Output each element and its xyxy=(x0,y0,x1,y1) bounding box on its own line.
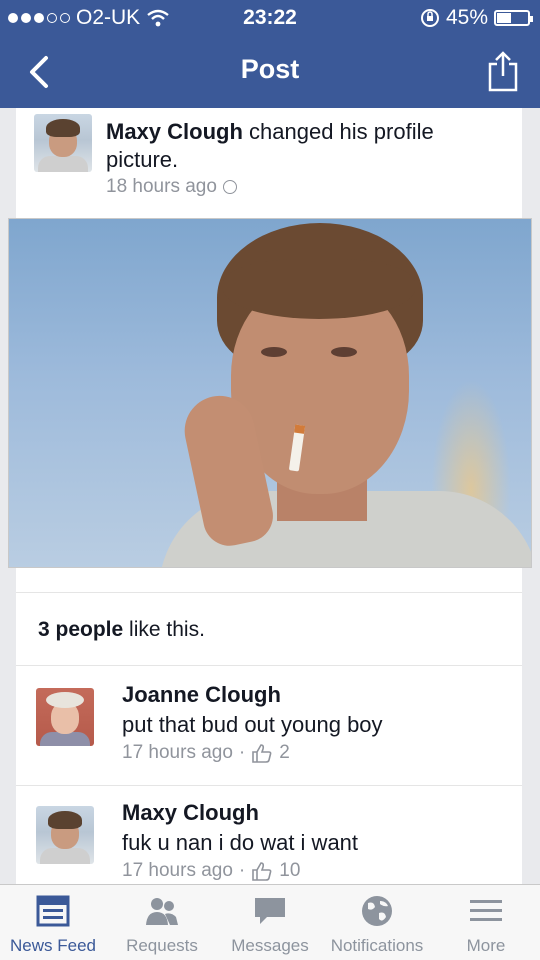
feedback-section: 3 people like this. Joanne Clough put th… xyxy=(16,568,522,884)
comment-time: 17 hours ago xyxy=(122,860,233,881)
comment: Maxy Clough fuk u nan i do wat i want 17… xyxy=(16,786,522,886)
likes-text: 3 people like this. xyxy=(38,618,205,642)
comment-time: 17 hours ago xyxy=(122,742,233,763)
commenter-name[interactable]: Maxy Clough xyxy=(122,800,259,826)
likes-summary[interactable]: 3 people like this. xyxy=(16,592,522,666)
commenter-avatar[interactable] xyxy=(36,806,94,864)
author-name[interactable]: Maxy Clough xyxy=(106,119,243,144)
likes-suffix: like this. xyxy=(129,618,205,641)
share-icon[interactable] xyxy=(486,50,520,92)
comment-like-count: 10 xyxy=(279,860,301,881)
status-bar: O2-UK 23:22 45% xyxy=(0,0,540,36)
rotation-lock-icon xyxy=(420,9,439,27)
post-timestamp: 18 hours ago xyxy=(106,176,237,198)
comment-meta: 17 hours ago · 2 xyxy=(122,742,290,763)
tab-label: Notifications xyxy=(330,936,424,955)
post-time-text: 18 hours ago xyxy=(106,176,217,197)
status-right: 45% xyxy=(420,6,533,30)
tab-messages[interactable]: Messages xyxy=(220,885,320,960)
comment: Joanne Clough put that bud out young boy… xyxy=(16,668,522,786)
comment-text: put that bud out young boy xyxy=(122,712,383,737)
tab-label: Requests xyxy=(126,936,198,955)
author-avatar[interactable] xyxy=(34,114,92,172)
commenter-name[interactable]: Joanne Clough xyxy=(122,682,281,708)
tab-requests[interactable]: Requests xyxy=(112,885,212,960)
commenter-avatar[interactable] xyxy=(36,688,94,746)
page-title: Post xyxy=(240,54,300,84)
comment-text: fuk u nan i do wat i want xyxy=(122,830,359,855)
likes-count: 3 people xyxy=(38,618,124,641)
profile-photo[interactable] xyxy=(8,218,532,568)
thumbs-up-icon[interactable] xyxy=(251,743,273,763)
comment-meta: 17 hours ago · 10 xyxy=(122,860,301,881)
tab-more[interactable]: More xyxy=(440,885,532,960)
globe-icon xyxy=(362,896,392,926)
news-feed-icon xyxy=(36,895,70,927)
messages-icon xyxy=(255,898,285,924)
navigation-bar: Post xyxy=(0,36,540,108)
menu-icon xyxy=(470,900,502,921)
friend-requests-icon xyxy=(146,898,178,925)
tab-bar: News Feed Requests Messages Notification… xyxy=(0,884,540,960)
tab-label: More xyxy=(466,936,506,955)
tab-notifications[interactable]: Notifications xyxy=(322,885,432,960)
tab-news-feed[interactable]: News Feed xyxy=(0,885,106,960)
comment-like-count: 2 xyxy=(279,742,290,763)
privacy-globe-icon xyxy=(222,180,237,194)
post-header: Maxy Clough changed his profile picture.… xyxy=(16,108,522,218)
post-story: Maxy Clough changed his profile picture. xyxy=(106,118,486,174)
thumbs-up-icon[interactable] xyxy=(251,861,273,881)
battery-icon xyxy=(494,10,533,26)
tab-label: News Feed xyxy=(10,936,96,955)
battery-percent: 45% xyxy=(445,6,488,29)
tab-label: Messages xyxy=(231,936,309,955)
